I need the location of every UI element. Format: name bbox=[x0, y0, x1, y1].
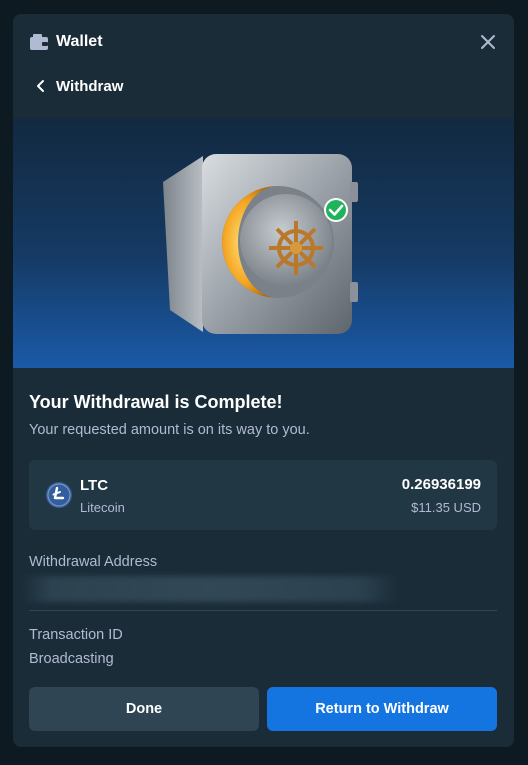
withdrawal-complete-title: Your Withdrawal is Complete! bbox=[29, 392, 283, 412]
coin-name: Litecoin bbox=[80, 500, 125, 515]
wallet-icon bbox=[30, 34, 48, 50]
withdraw-complete-banner bbox=[13, 118, 514, 368]
withdrawal-complete-subtitle: Your requested amount is on its way to y… bbox=[29, 422, 310, 438]
coin-usd-value: $11.35 USD bbox=[411, 500, 481, 515]
coin-symbol: LTC bbox=[80, 477, 109, 494]
coin-summary-card: LTC Litecoin 0.26936199 $11.35 USD bbox=[29, 460, 497, 530]
transaction-id-label: Transaction ID bbox=[29, 627, 123, 643]
done-button[interactable]: Done bbox=[29, 687, 259, 731]
transaction-id-value: Broadcasting bbox=[29, 651, 114, 667]
back-to-withdraw-link[interactable]: Withdraw bbox=[35, 76, 123, 96]
back-label: Withdraw bbox=[56, 77, 124, 95]
withdrawal-address-value-redacted bbox=[21, 576, 399, 602]
withdrawal-address-label: Withdrawal Address bbox=[29, 554, 158, 570]
wallet-modal: Wallet Withdraw Your Withdrawal is Compl… bbox=[13, 14, 514, 747]
chevron-left-icon bbox=[37, 80, 44, 92]
modal-title: Wallet bbox=[56, 33, 103, 50]
return-to-withdraw-button[interactable]: Return to Withdraw bbox=[267, 687, 497, 731]
vault-illustration bbox=[163, 154, 358, 334]
modal-header: Wallet bbox=[13, 14, 514, 72]
litecoin-icon bbox=[46, 482, 72, 508]
close-icon[interactable] bbox=[480, 34, 496, 50]
coin-amount: 0.26936199 bbox=[401, 476, 481, 493]
divider bbox=[29, 610, 497, 611]
